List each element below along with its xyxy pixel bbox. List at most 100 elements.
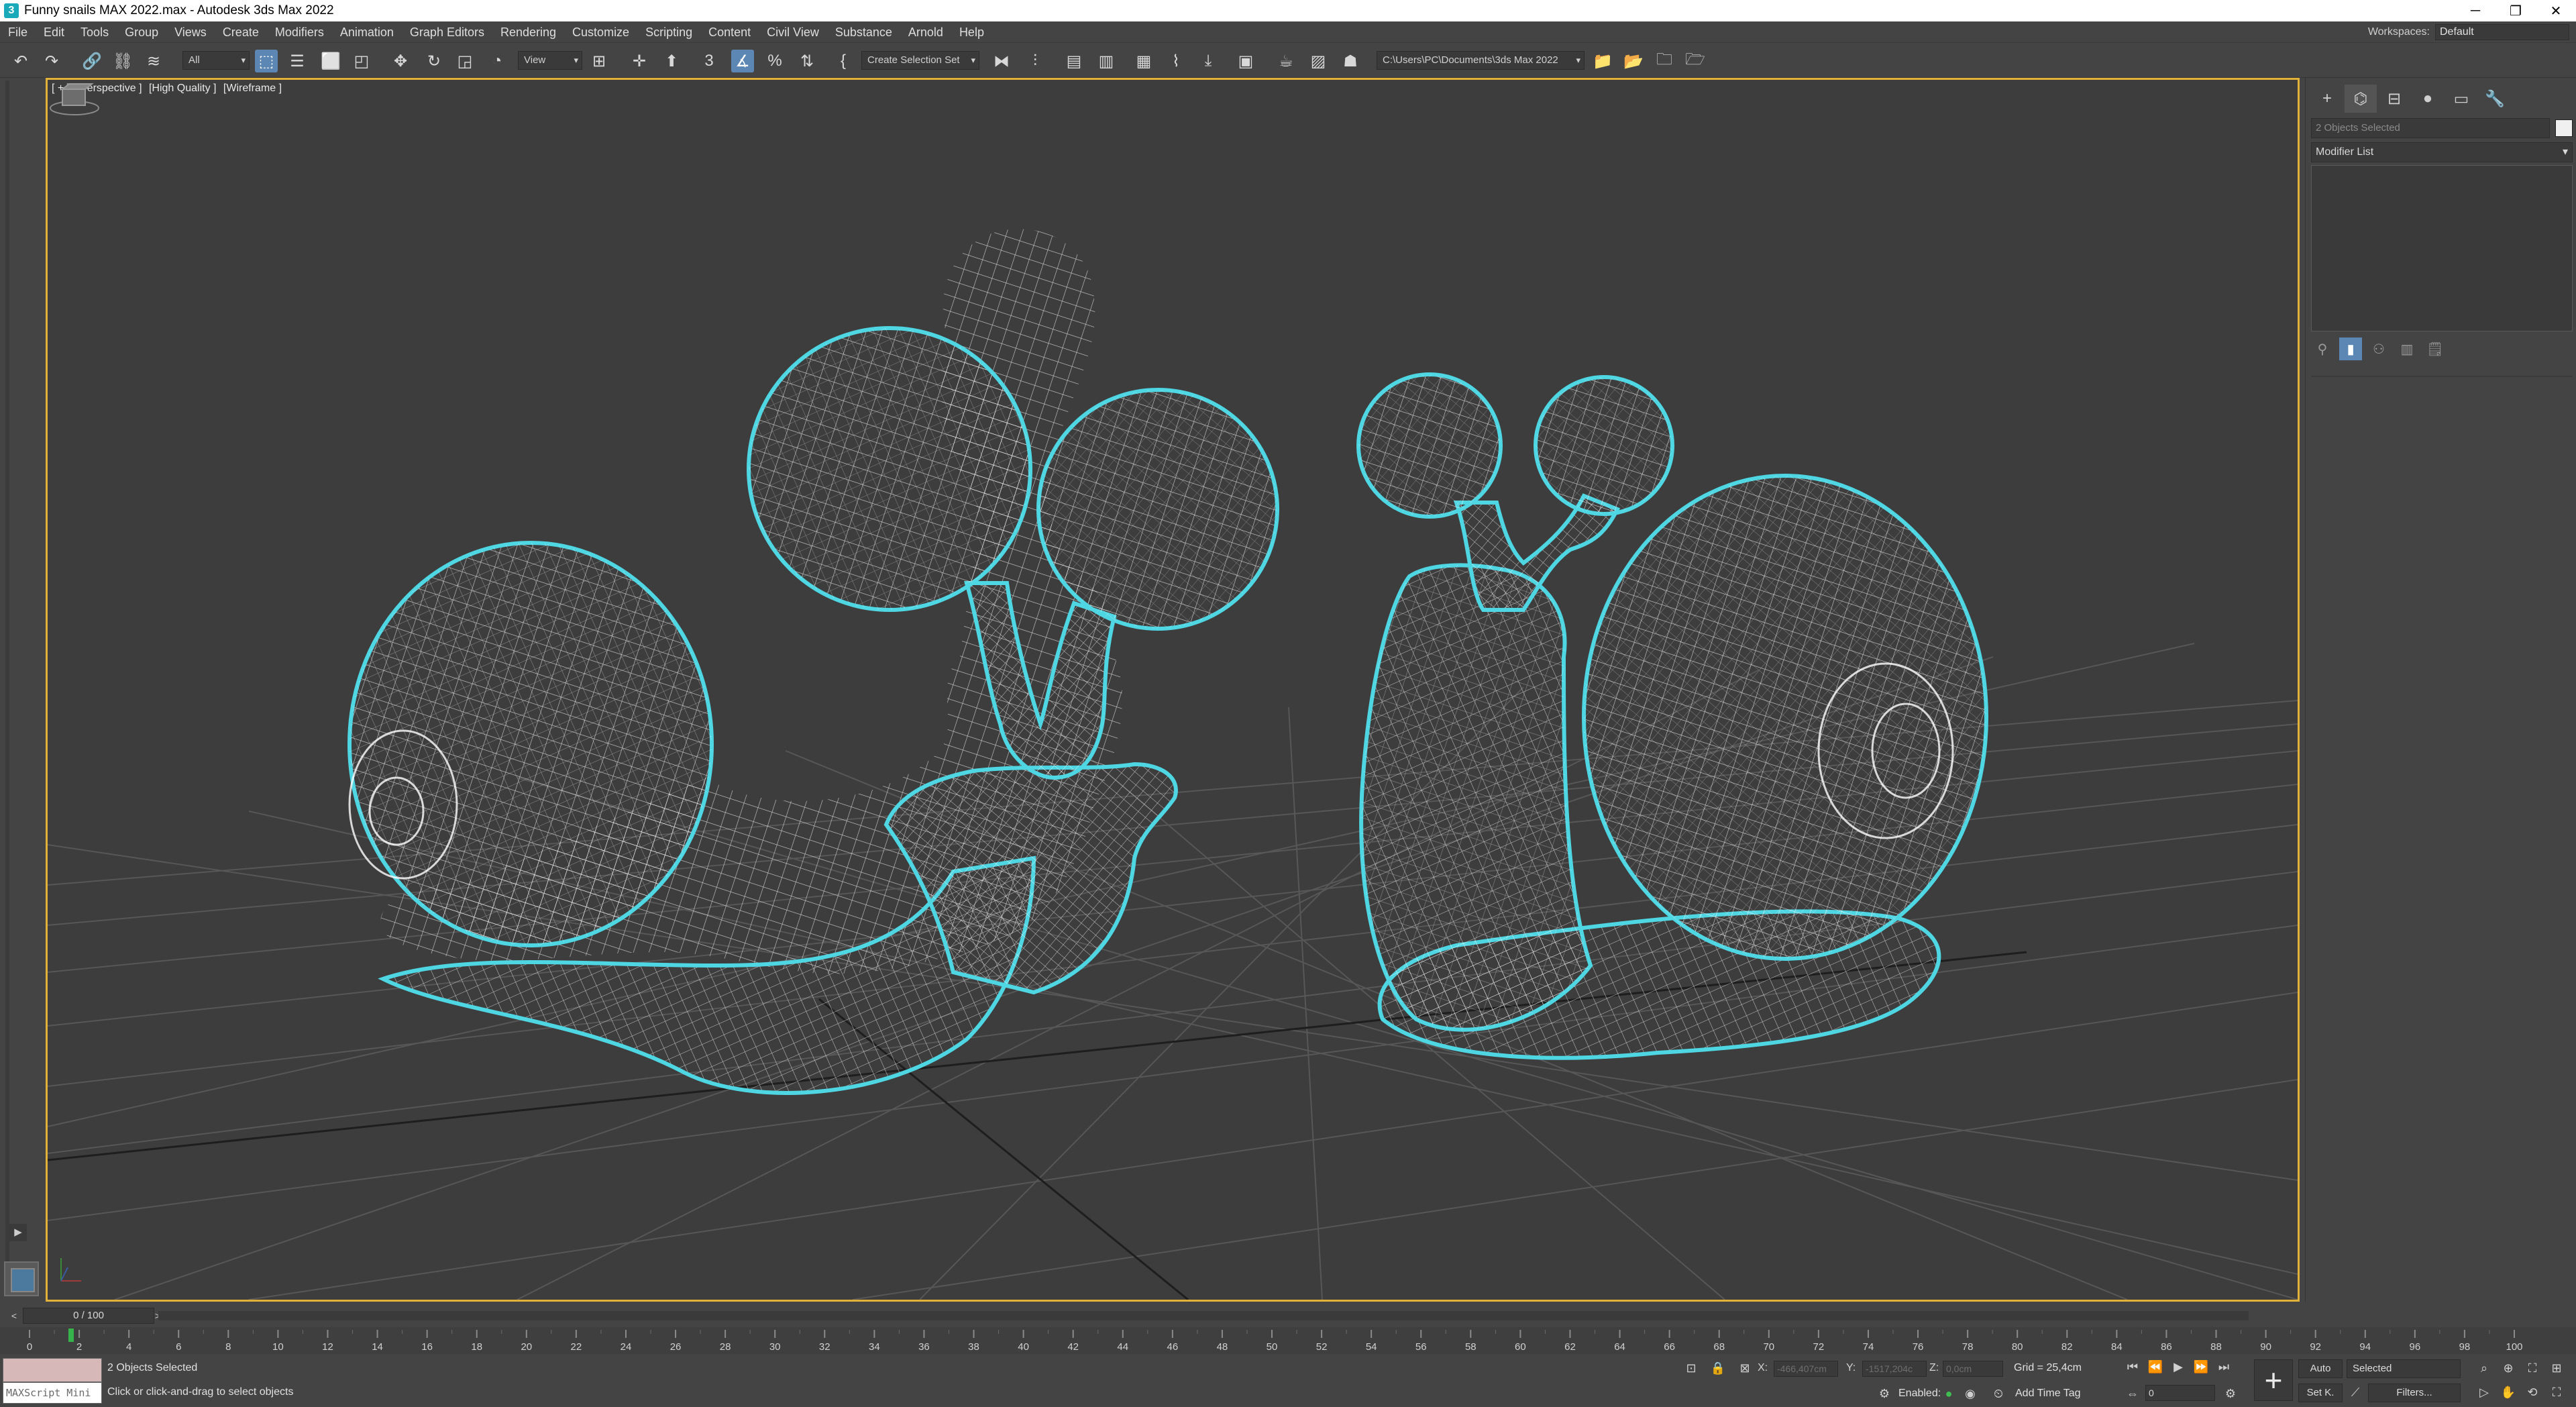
align-icon[interactable]: ⫶ xyxy=(1024,50,1046,72)
restore-button[interactable]: ❐ xyxy=(2496,0,2536,21)
menu-arnold[interactable]: Arnold xyxy=(900,21,951,43)
named-selection-dropdown[interactable]: Create Selection Set xyxy=(861,51,979,70)
clock-icon[interactable]: ◉ xyxy=(1962,1385,1979,1402)
mirror-icon[interactable]: ⧓ xyxy=(990,50,1013,72)
pivot-center-icon[interactable]: ⊞ xyxy=(588,50,610,72)
maxscript-listener[interactable]: MAXScript Mini xyxy=(3,1358,102,1405)
selection-lock-icon[interactable]: 🔒 xyxy=(1709,1359,1727,1377)
object-color-swatch[interactable] xyxy=(2555,119,2573,137)
menu-create[interactable]: Create xyxy=(215,21,267,43)
spinner-snap-icon[interactable]: ⇅ xyxy=(796,50,818,72)
display-tab-icon[interactable]: ▭ xyxy=(2445,85,2477,113)
configure-modifier-sets-icon[interactable]: 🗒 xyxy=(2424,337,2447,360)
layer-explorer-icon[interactable]: ▥ xyxy=(1095,50,1118,72)
go-to-start-icon[interactable]: ⏮ xyxy=(2124,1358,2141,1375)
redo-icon[interactable]: ↷ xyxy=(40,50,63,72)
show-end-result-icon[interactable]: ▮ xyxy=(2339,337,2362,360)
project-folder-icon[interactable]: 📁 xyxy=(1591,50,1614,72)
select-manipulate-icon[interactable]: ✛ xyxy=(628,50,651,72)
angle-snap-icon[interactable]: ∡ xyxy=(731,50,754,72)
minimize-button[interactable]: ─ xyxy=(2455,0,2496,21)
ribbon-toggle-icon[interactable]: ▦ xyxy=(1132,50,1155,72)
open-folder-icon[interactable]: 📂 xyxy=(1622,50,1645,72)
track-bar[interactable]: 0 2 4 6 8 10 12 14 16 18 20 22 24 26 28 30 32 34 36 38 40 42 4… xyxy=(0,1327,2576,1354)
menu-civil-view[interactable]: Civil View xyxy=(759,21,827,43)
keyboard-shortcut-icon[interactable]: ⬆ xyxy=(660,50,683,72)
field-of-view-icon[interactable]: ▷ xyxy=(2475,1384,2493,1401)
undo-icon[interactable]: ↶ xyxy=(9,50,32,72)
time-slider-track[interactable] xyxy=(158,1311,2249,1320)
enabled-indicator-icon[interactable]: ● xyxy=(1940,1385,1957,1402)
key-filter-dropdown[interactable]: Selected xyxy=(2347,1359,2461,1378)
menu-customize[interactable]: Customize xyxy=(564,21,637,43)
select-by-name-icon[interactable]: ☰ xyxy=(286,50,309,72)
menu-content[interactable]: Content xyxy=(700,21,759,43)
set-key-button[interactable]: Set K. xyxy=(2298,1384,2343,1402)
rendered-frame-window-icon[interactable]: ▨ xyxy=(1307,50,1330,72)
create-tab-icon[interactable]: + xyxy=(2311,85,2343,113)
menu-modifiers[interactable]: Modifiers xyxy=(267,21,332,43)
zoom-extents-all-icon[interactable]: ⊞ xyxy=(2548,1359,2565,1377)
menu-scripting[interactable]: Scripting xyxy=(637,21,700,43)
menu-tools[interactable]: Tools xyxy=(72,21,117,43)
absolute-mode-icon[interactable]: ⊠ xyxy=(1736,1359,1754,1377)
menu-rendering[interactable]: Rendering xyxy=(492,21,564,43)
current-frame-field[interactable]: 0 xyxy=(2145,1385,2215,1401)
project-path-dropdown[interactable]: C:\Users\PC\Documents\3ds Max 2022 xyxy=(1377,51,1585,70)
rectangular-selection-icon[interactable]: ⬜ xyxy=(319,50,342,72)
close-button[interactable]: ✕ xyxy=(2536,0,2576,21)
modify-tab-icon[interactable]: ⌬ xyxy=(2345,85,2377,113)
select-object-icon[interactable]: ⬚ xyxy=(255,50,278,72)
x-coord-field[interactable]: -466,407cm xyxy=(1774,1361,1838,1377)
maximize-viewport-icon[interactable]: ⛶ xyxy=(2548,1384,2565,1401)
time-slider-thumb[interactable]: 0 / 100 xyxy=(23,1308,154,1324)
scale-icon[interactable]: ◲ xyxy=(453,50,476,72)
zoom-icon[interactable]: ⌕ xyxy=(2475,1359,2493,1377)
viewcube-icon[interactable] xyxy=(48,80,101,120)
viewport-quality[interactable]: [High Quality ] xyxy=(149,83,216,94)
menu-file[interactable]: File xyxy=(0,21,36,43)
zoom-all-icon[interactable]: ⊕ xyxy=(2500,1359,2517,1377)
time-configuration-icon[interactable]: ⚙ xyxy=(2222,1385,2239,1402)
zoom-extents-icon[interactable]: ⛶ xyxy=(2524,1359,2541,1377)
edit-named-selection-icon[interactable]: { xyxy=(832,50,855,72)
key-tangent-icon[interactable]: ⟋ xyxy=(2347,1384,2364,1401)
selection-filter-dropdown[interactable]: All xyxy=(182,51,250,70)
unlink-icon[interactable]: ⛓ xyxy=(111,50,134,72)
z-coord-field[interactable]: 0,0cm xyxy=(1943,1361,2003,1377)
link-icon[interactable]: 🔗 xyxy=(80,50,103,72)
workspaces-dropdown[interactable]: Default xyxy=(2435,24,2569,40)
remove-modifier-icon[interactable]: ▥ xyxy=(2396,337,2418,360)
modifier-stack[interactable] xyxy=(2311,165,2573,331)
go-to-end-icon[interactable]: ⏭ xyxy=(2215,1358,2233,1375)
material-editor-icon[interactable]: ▣ xyxy=(1234,50,1257,72)
make-unique-icon[interactable]: ⚇ xyxy=(2367,337,2390,360)
percent-snap-icon[interactable]: % xyxy=(763,50,786,72)
bind-spacewarp-icon[interactable]: ≋ xyxy=(142,50,165,72)
window-crossing-icon[interactable]: ◰ xyxy=(350,50,373,72)
move-icon[interactable]: ✥ xyxy=(389,50,412,72)
viewport-layout-tab[interactable] xyxy=(4,1261,39,1296)
menu-group[interactable]: Group xyxy=(117,21,166,43)
folder-up-icon[interactable]: 🗀 xyxy=(1653,50,1676,72)
menu-graph-editors[interactable]: Graph Editors xyxy=(402,21,492,43)
play-icon[interactable]: ▶ xyxy=(2169,1358,2187,1375)
time-tag-icon[interactable]: ⏲ xyxy=(1990,1385,2007,1402)
previous-frame-icon[interactable]: ⏪ xyxy=(2147,1358,2164,1375)
time-slider-prev-icon[interactable]: < xyxy=(7,1308,21,1323)
key-filters-button[interactable]: Filters... xyxy=(2368,1384,2461,1402)
menu-substance[interactable]: Substance xyxy=(827,21,900,43)
render-setup-icon[interactable]: ☕ xyxy=(1275,50,1297,72)
adaptive-degradation-icon[interactable]: ⚙ xyxy=(1876,1385,1893,1402)
curve-editor-icon[interactable]: ⌇ xyxy=(1165,50,1187,72)
object-name-field[interactable]: 2 Objects Selected xyxy=(2311,118,2550,138)
pin-stack-icon[interactable]: ⚲ xyxy=(2311,337,2334,360)
isolate-selection-icon[interactable]: ⊡ xyxy=(1682,1359,1700,1377)
viewport-layout-expand-button[interactable]: ▶ xyxy=(9,1224,27,1241)
perspective-viewport[interactable]: [ + ] [Perspective ] [High Quality ] [Wi… xyxy=(46,78,2300,1302)
key-mode-icon[interactable]: ⇔ xyxy=(2124,1385,2141,1402)
maxscript-mini-input[interactable]: MAXScript Mini xyxy=(3,1382,102,1404)
menu-help[interactable]: Help xyxy=(951,21,992,43)
set-key-icon[interactable]: + xyxy=(2254,1359,2293,1401)
motion-tab-icon[interactable]: ● xyxy=(2412,85,2444,113)
